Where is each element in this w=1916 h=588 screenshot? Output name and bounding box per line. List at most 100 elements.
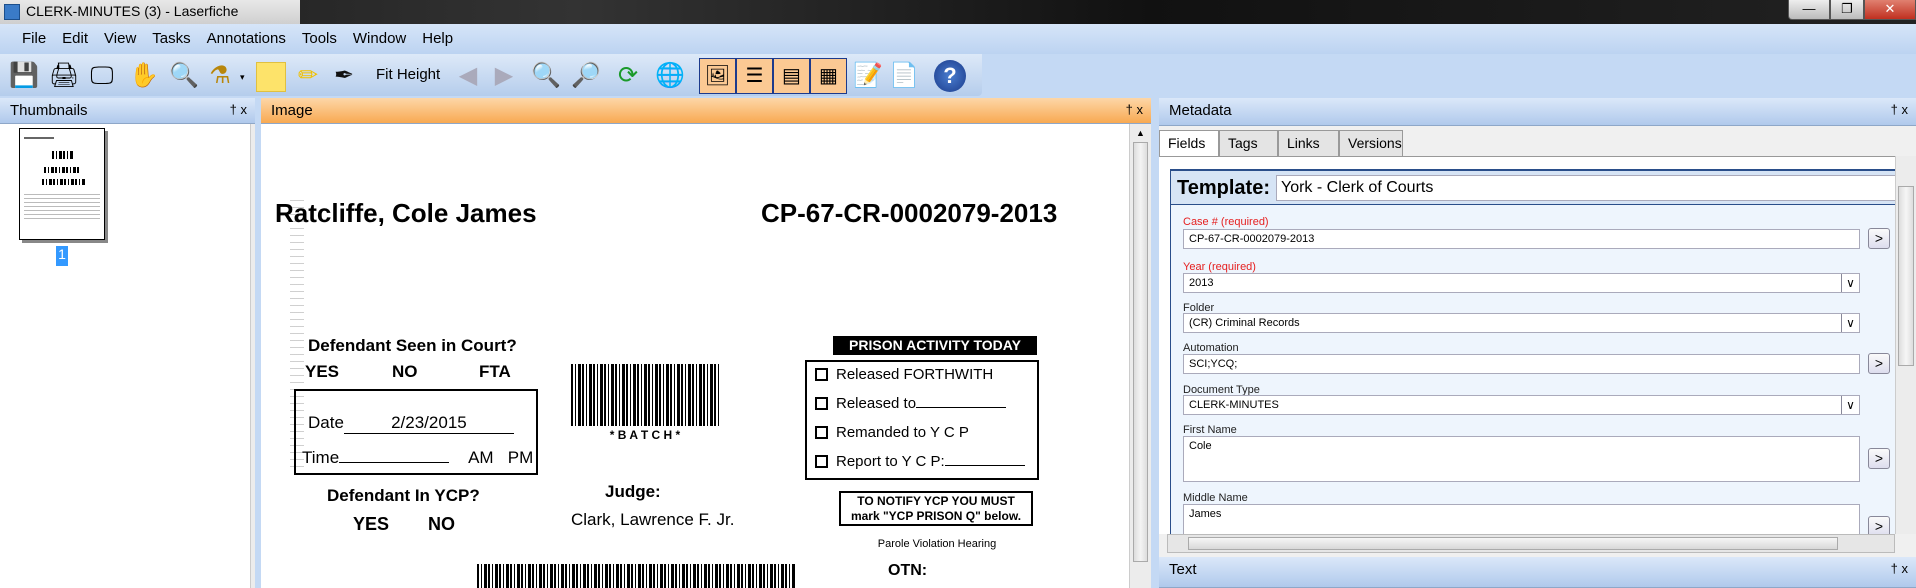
metadata-view-toggle[interactable]: ▤ <box>773 58 810 94</box>
chevron-down-icon[interactable]: ∨ <box>1841 274 1859 292</box>
pen-icon[interactable]: ✒ <box>328 60 360 92</box>
restore-button[interactable]: ❐ <box>1830 0 1864 20</box>
globe-icon[interactable]: 🌐 <box>654 60 686 92</box>
pan-hand-icon[interactable]: ✋ <box>128 60 160 92</box>
prison-activity-box: Released FORTHWITH Released to Remanded … <box>805 360 1039 480</box>
image-title: Image <box>271 102 313 119</box>
folder-select[interactable]: (CR) Criminal Records ∨ <box>1183 313 1860 333</box>
menu-help[interactable]: Help <box>414 30 461 54</box>
text-view-toggle[interactable]: ☰ <box>736 58 773 94</box>
menu-view[interactable]: View <box>96 30 144 54</box>
batch-label: * B A T C H * <box>609 428 681 442</box>
year-select[interactable]: 2013 ∨ <box>1183 273 1860 293</box>
seen-in-court-question: Defendant Seen in Court? <box>308 336 517 355</box>
prison-option: Remanded to Y C P <box>815 424 1029 453</box>
menu-tools[interactable]: Tools <box>294 30 345 54</box>
menu-bar: File Edit View Tasks Annotations Tools W… <box>0 24 1916 54</box>
image-vertical-scrollbar[interactable]: ▲ <box>1129 124 1151 588</box>
print-icon[interactable]: 🖨 <box>48 60 80 92</box>
first-name-expand-button[interactable]: > <box>1868 448 1890 469</box>
fields-area: Template: York - Clerk of Courts Case # … <box>1159 156 1896 544</box>
close-icon[interactable]: x <box>1902 561 1909 576</box>
refresh-icon[interactable]: ⟳ <box>612 60 644 92</box>
automation-input[interactable]: SCI;YCQ; <box>1183 354 1860 374</box>
scroll-thumb[interactable] <box>1188 537 1838 550</box>
stamp-dropdown-icon[interactable]: ▾ <box>240 72 245 83</box>
case-number-input[interactable]: CP-67-CR-0002079-2013 <box>1183 229 1860 249</box>
automation-label: Automation <box>1183 342 1239 354</box>
close-icon[interactable]: x <box>241 102 248 117</box>
case-number-expand-button[interactable]: > <box>1868 228 1890 249</box>
menu-tasks[interactable]: Tasks <box>144 30 198 54</box>
stamp-icon[interactable]: ⚗ <box>204 60 236 92</box>
checkbox <box>815 368 828 381</box>
chevron-down-icon[interactable]: ∨ <box>1841 314 1859 332</box>
close-icon[interactable]: x <box>1137 102 1144 117</box>
previous-page-icon[interactable]: ◀ <box>452 60 484 92</box>
document-type-select[interactable]: CLERK-MINUTES ∨ <box>1183 395 1860 415</box>
metadata-header: Metadata † x <box>1159 98 1916 126</box>
scan-icon[interactable]: 🖵 <box>86 60 118 92</box>
pin-icon[interactable]: † <box>1891 561 1898 576</box>
tab-versions[interactable]: Versions <box>1339 130 1403 156</box>
title-bar: CLERK-MINUTES (3) - Laserfiche — ❐ ✕ <box>0 0 1916 24</box>
zoom-in-icon[interactable]: 🔍 <box>530 60 562 92</box>
zoom-region-icon[interactable]: 🔍 <box>168 60 200 92</box>
chevron-down-icon[interactable]: ∨ <box>1841 396 1859 414</box>
thumbnails-view-toggle[interactable]: ▦ <box>810 58 847 94</box>
page-thumbnail[interactable] <box>19 128 105 240</box>
notify-ycp-box: TO NOTIFY YCP YOU MUST mark "YCP PRISON … <box>839 491 1033 526</box>
help-icon[interactable]: ? <box>934 60 966 92</box>
menu-annotations[interactable]: Annotations <box>199 30 294 54</box>
page-number-label[interactable]: 1 <box>56 246 68 266</box>
template-label: Template: <box>1177 177 1270 199</box>
page-icon[interactable]: 📄 <box>888 60 920 92</box>
highlighter-icon[interactable]: ✏ <box>292 60 324 92</box>
metadata-horizontal-scrollbar[interactable] <box>1167 534 1895 553</box>
template-select[interactable]: York - Clerk of Courts <box>1276 175 1896 201</box>
tab-links[interactable]: Links <box>1278 130 1339 156</box>
scroll-thumb[interactable] <box>1133 142 1148 562</box>
pin-icon[interactable]: † <box>1891 102 1898 117</box>
tab-fields[interactable]: Fields <box>1159 130 1219 156</box>
scroll-thumb[interactable] <box>1898 186 1914 366</box>
close-button[interactable]: ✕ <box>1864 0 1916 20</box>
fit-height-button[interactable]: Fit Height <box>376 66 440 83</box>
scroll-up-icon[interactable]: ▲ <box>1130 128 1151 138</box>
menu-edit[interactable]: Edit <box>54 30 96 54</box>
date-time-box: Date 2/23/2015 Time AM PM <box>294 389 538 475</box>
thumbnails-splitter[interactable] <box>250 124 255 588</box>
prison-option: Report to Y C P: <box>815 453 1029 482</box>
thumbnails-header: Thumbnails † x <box>0 98 255 124</box>
checkbox <box>815 397 828 410</box>
tab-tags[interactable]: Tags <box>1219 130 1278 156</box>
next-page-icon[interactable]: ▶ <box>488 60 520 92</box>
minimize-button[interactable]: — <box>1788 0 1830 20</box>
prison-option: Released FORTHWITH <box>815 366 1029 395</box>
metadata-panel: Metadata † x Fields Tags Links Versions … <box>1159 98 1916 557</box>
sticky-note-icon[interactable] <box>256 62 286 92</box>
pin-icon[interactable]: † <box>230 102 237 117</box>
prison-activity-header: PRISON ACTIVITY TODAY <box>833 336 1037 355</box>
case-number-label: Case # (required) <box>1183 216 1269 228</box>
automation-expand-button[interactable]: > <box>1868 353 1890 374</box>
seen-no: NO <box>392 362 418 381</box>
window-title: CLERK-MINUTES (3) - Laserfiche <box>0 0 300 24</box>
image-panel: Image † x Ratcliffe, Cole James CP-67-CR… <box>261 98 1151 588</box>
first-name-textarea[interactable]: Cole <box>1183 436 1860 482</box>
defendant-name: Ratcliffe, Cole James <box>275 198 537 228</box>
metadata-vertical-scrollbar[interactable] <box>1895 156 1916 534</box>
edit-document-icon[interactable]: 📝 <box>852 60 884 92</box>
pin-icon[interactable]: † <box>1126 102 1133 117</box>
laserfiche-app-icon <box>4 4 20 20</box>
text-panel-title: Text <box>1169 561 1197 578</box>
menu-file[interactable]: File <box>14 30 54 54</box>
menu-window[interactable]: Window <box>345 30 414 54</box>
pm-label: PM <box>507 448 534 467</box>
save-icon[interactable]: 💾 <box>8 60 40 92</box>
close-icon[interactable]: x <box>1902 102 1909 117</box>
zoom-out-icon[interactable]: 🔎 <box>570 60 602 92</box>
case-number: CP-67-CR-0002079-2013 <box>761 198 1058 228</box>
ycp-yes: YES <box>353 514 390 534</box>
image-view-toggle[interactable]: 🖼 <box>699 58 736 94</box>
